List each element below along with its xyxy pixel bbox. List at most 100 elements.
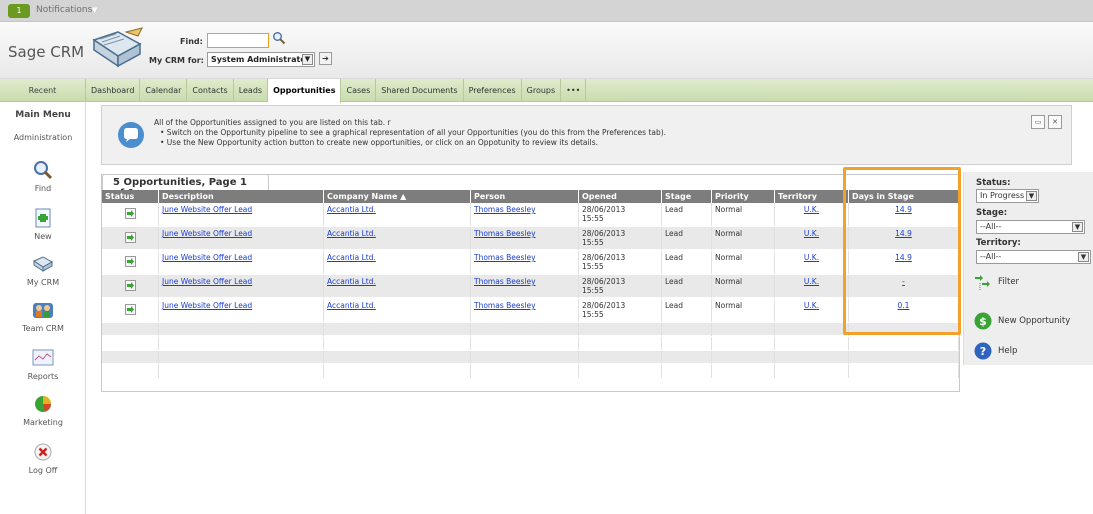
table-row[interactable]: June Website Offer Lead Accantia Ltd. Thom… [102,251,959,274]
table-cell [712,365,775,378]
cell-territory[interactable]: U.K. [804,253,819,262]
tab-leads[interactable]: Leads [234,79,269,102]
tab-dashboard[interactable]: Dashboard [86,79,141,102]
table-cell: 28/06/2013 15:55 [579,299,662,322]
status-arrow-icon[interactable] [124,232,136,243]
filter-button[interactable]: Filter [974,273,1019,291]
cell-description[interactable]: June Website Offer Lead [162,277,252,286]
cell-person[interactable]: Thomas Beesley [474,229,536,238]
table-row [102,337,959,350]
find-input[interactable] [207,33,269,48]
notifications-label[interactable]: Notifications [36,5,92,15]
table-cell [159,337,324,350]
cell-description[interactable]: June Website Offer Lead [162,205,252,214]
status-select[interactable]: In Progress ▼ [976,189,1039,203]
cell-company[interactable]: Accantia Ltd. [327,229,376,238]
cell-territory[interactable]: U.K. [804,205,819,214]
close-icon[interactable]: ✕ [1048,115,1062,129]
table-cell [579,323,662,336]
go-arrow-button[interactable]: ➔ [319,52,332,65]
sidebar-item-my-crm[interactable]: My CRM [0,254,86,287]
cell-territory[interactable]: U.K. [804,277,819,286]
table-row[interactable]: June Website Offer Lead Accantia Ltd. Thom… [102,227,959,250]
notifications-caret-icon[interactable]: ▼ [92,6,97,14]
cell-company[interactable]: Accantia Ltd. [327,277,376,286]
cell-opened: 28/06/2013 [582,229,626,238]
column-header-person[interactable]: Person [471,190,579,203]
cell-person[interactable]: Thomas Beesley [474,277,536,286]
table-row[interactable]: June Website Offer Lead Accantia Ltd. Thom… [102,299,959,322]
cell-company[interactable]: Accantia Ltd. [327,301,376,310]
help-button[interactable]: ? Help [974,342,1017,360]
cell-opened-time: 15:55 [582,286,604,295]
cell-territory[interactable]: U.K. [804,301,819,310]
table-row[interactable]: June Website Offer Lead Accantia Ltd. Thom… [102,275,959,298]
column-header-company-name[interactable]: Company Name ▲ [324,190,471,203]
pie-chart-icon [35,396,51,412]
sidebar-item-team-crm[interactable]: Team CRM [0,300,86,333]
status-arrow-icon[interactable] [124,256,136,267]
find-label: Find: [180,37,203,46]
table-row [102,365,959,378]
tab-groups[interactable]: Groups [522,79,562,102]
cell-company[interactable]: Accantia Ltd. [327,205,376,214]
column-header-description[interactable]: Description [159,190,324,203]
table-cell: 28/06/2013 15:55 [579,275,662,298]
tab-calendar[interactable]: Calendar [140,79,188,102]
sidebar-item-find[interactable]: Find [0,160,86,193]
table-cell: Accantia Ltd. [324,203,471,226]
tab-preferences[interactable]: Preferences [464,79,522,102]
sidebar-item-reports[interactable]: Reports [0,348,86,381]
team-icon [33,303,53,318]
new-opportunity-label: New Opportunity [998,316,1071,326]
table-cell: Lead [662,227,712,250]
table-cell: Normal [712,251,775,274]
cell-person[interactable]: Thomas Beesley [474,205,536,214]
cell-priority: Normal [715,205,743,214]
tab-shared-documents[interactable]: Shared Documents [376,79,464,102]
notification-count-badge[interactable]: 1 [8,4,30,18]
administration-link[interactable]: Administration [0,133,86,142]
table-cell [471,365,579,378]
main-menu-link[interactable]: Main Menu [0,110,86,120]
column-header-opened[interactable]: Opened [579,190,662,203]
sidebar-item-log-off[interactable]: Log Off [0,442,86,475]
stage-select[interactable]: --All-- ▼ [976,220,1085,234]
new-opportunity-button[interactable]: $ New Opportunity [974,312,1070,330]
column-header-priority[interactable]: Priority [712,190,775,203]
search-icon[interactable] [272,31,286,45]
cell-description[interactable]: June Website Offer Lead [162,229,252,238]
sidebar-item-new[interactable]: New [0,208,86,241]
status-arrow-icon[interactable] [124,208,136,219]
cell-company[interactable]: Accantia Ltd. [327,253,376,262]
table-cell: Normal [712,275,775,298]
info-line: All of the Opportunities assigned to you… [154,118,391,127]
sidebar-item-marketing[interactable]: Marketing [0,394,86,427]
table-cell [102,275,159,298]
status-arrow-icon[interactable] [124,280,136,291]
sidebar-item-label: Marketing [23,418,63,427]
notebook-icon [32,256,54,272]
cell-person[interactable]: Thomas Beesley [474,253,536,262]
table-cell: Accantia Ltd. [324,227,471,250]
territory-select[interactable]: --All-- ▼ [976,250,1091,264]
tab-more[interactable]: ••• [561,79,587,102]
tab-opportunities[interactable]: Opportunities [268,79,342,103]
tab-cases[interactable]: Cases [341,79,377,102]
cell-description[interactable]: June Website Offer Lead [162,253,252,262]
column-header-stage[interactable]: Stage [662,190,712,203]
cell-person[interactable]: Thomas Beesley [474,301,536,310]
recent-tab[interactable]: Recent [0,79,86,102]
status-arrow-icon[interactable] [124,304,136,315]
cell-territory[interactable]: U.K. [804,229,819,238]
minimize-button[interactable]: ▭ [1031,115,1045,129]
sidebar-item-label: Find [34,184,52,193]
table-row[interactable]: June Website Offer Lead Accantia Ltd. Thom… [102,203,959,226]
table-cell: Lead [662,251,712,274]
cell-description[interactable]: June Website Offer Lead [162,301,252,310]
column-header-status[interactable]: Status [102,190,159,203]
tab-contacts[interactable]: Contacts [187,79,234,102]
column-header-territory[interactable]: Territory [775,190,849,203]
mycrm-user-select[interactable]: System Administrator ▼ [207,52,315,67]
mycrm-user-value: System Administrator [211,55,310,64]
